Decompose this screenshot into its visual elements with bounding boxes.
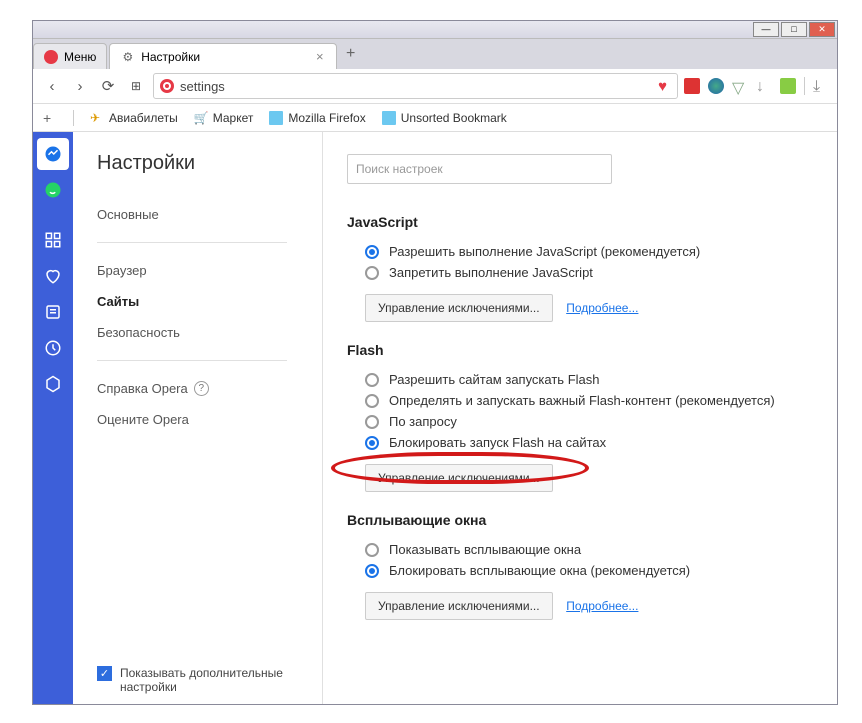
menu-label: Меню <box>64 50 96 64</box>
radio-checked-icon <box>365 436 379 450</box>
nav-basic[interactable]: Основные <box>97 199 322 230</box>
window-title-bar: — □ ✕ <box>33 21 837 39</box>
section-popups-title: Всплывающие окна <box>347 512 825 528</box>
rail-whatsapp[interactable] <box>37 174 69 206</box>
nav-browser[interactable]: Браузер <box>97 255 322 286</box>
ext-icon-3[interactable]: ▽ <box>732 78 748 94</box>
ext-icon-2[interactable] <box>708 78 724 94</box>
nav-rate[interactable]: Оцените Opera <box>97 404 322 435</box>
cart-icon: 🛒 <box>194 111 208 125</box>
checkbox-checked-icon: ✓ <box>97 666 112 681</box>
popup-more-link[interactable]: Подробнее... <box>566 599 638 613</box>
folder-icon <box>382 111 396 125</box>
bookmark-aviatickets[interactable]: ✈ Авиабилеты <box>90 111 178 125</box>
rail-speed-dial-icon[interactable] <box>37 224 69 256</box>
radio-icon <box>365 415 379 429</box>
radio-js-allow[interactable]: Разрешить выполнение JavaScript (рекомен… <box>365 244 825 259</box>
popup-manage-exceptions-button[interactable]: Управление исключениями... <box>365 592 553 620</box>
maximize-button[interactable]: □ <box>781 22 807 37</box>
settings-content: Поиск настроек JavaScript Разрешить выпо… <box>323 132 837 704</box>
ext-icon-5[interactable] <box>780 78 796 94</box>
flash-manage-exceptions-button[interactable]: Управление исключениями... <box>365 464 553 492</box>
folder-icon <box>269 111 283 125</box>
tab-settings[interactable]: ⚙ Настройки × <box>109 43 336 69</box>
left-rail <box>33 132 73 704</box>
settings-search-input[interactable]: Поиск настроек <box>347 154 612 184</box>
show-advanced-checkbox[interactable]: ✓ Показывать дополнительные настройки <box>97 666 322 694</box>
forward-button[interactable]: › <box>69 75 91 97</box>
radio-checked-icon <box>365 564 379 578</box>
bookmark-unsorted[interactable]: Unsorted Bookmark <box>382 111 507 125</box>
nav-help[interactable]: Справка Opera ? <box>97 373 322 404</box>
radio-flash-detect[interactable]: Определять и запускать важный Flash-конт… <box>365 393 825 408</box>
opera-logo-icon <box>44 50 58 64</box>
bookmark-market[interactable]: 🛒 Маркет <box>194 111 254 125</box>
radio-js-block[interactable]: Запретить выполнение JavaScript <box>365 265 825 280</box>
rail-news-icon[interactable] <box>37 296 69 328</box>
ext-icon-4[interactable]: ↓ <box>756 78 772 94</box>
speed-dial-icon[interactable]: ⊞ <box>125 75 147 97</box>
tab-strip: Меню ⚙ Настройки × + <box>33 39 837 69</box>
rail-extensions-icon[interactable] <box>37 368 69 400</box>
gear-icon: ⚙ <box>122 50 133 64</box>
bookmark-firefox[interactable]: Mozilla Firefox <box>269 111 365 125</box>
download-icon[interactable]: ⤓ <box>813 78 829 94</box>
rail-history-icon[interactable] <box>37 332 69 364</box>
radio-icon <box>365 543 379 557</box>
add-bookmark-icon[interactable]: + <box>43 110 57 126</box>
js-manage-exceptions-button[interactable]: Управление исключениями... <box>365 294 553 322</box>
address-bar[interactable]: ♥ <box>153 73 678 99</box>
rail-messenger[interactable] <box>37 138 69 170</box>
radio-flash-block[interactable]: Блокировать запуск Flash на сайтах <box>365 435 825 450</box>
new-tab-button[interactable]: + <box>337 39 365 69</box>
back-button[interactable]: ‹ <box>41 75 63 97</box>
section-flash-title: Flash <box>347 342 825 358</box>
opera-menu-tab[interactable]: Меню <box>33 43 107 69</box>
bookmarks-bar: + ✈ Авиабилеты 🛒 Маркет Mozilla Firefox … <box>33 104 837 132</box>
section-javascript-title: JavaScript <box>347 214 825 230</box>
radio-popup-block[interactable]: Блокировать всплывающие окна (рекомендуе… <box>365 563 825 578</box>
radio-flash-allow[interactable]: Разрешить сайтам запускать Flash <box>365 372 825 387</box>
plane-icon: ✈ <box>90 111 104 125</box>
address-input[interactable] <box>180 79 652 94</box>
heart-icon[interactable]: ♥ <box>658 78 667 95</box>
radio-flash-ondemand[interactable]: По запросу <box>365 414 825 429</box>
minimize-button[interactable]: — <box>753 22 779 37</box>
sidebar-title: Настройки <box>97 152 322 175</box>
tab-title: Настройки <box>141 50 200 64</box>
ext-icon-1[interactable] <box>684 78 700 94</box>
close-button[interactable]: ✕ <box>809 22 835 37</box>
nav-security[interactable]: Безопасность <box>97 317 322 348</box>
reload-button[interactable]: ⟳ <box>97 75 119 97</box>
radio-checked-icon <box>365 245 379 259</box>
opera-site-icon <box>160 79 174 93</box>
rail-heart-icon[interactable] <box>37 260 69 292</box>
toolbar: ‹ › ⟳ ⊞ ♥ ▽ ↓ ⤓ <box>33 69 837 104</box>
nav-sites[interactable]: Сайты <box>97 286 322 317</box>
tab-close-icon[interactable]: × <box>316 49 324 64</box>
help-icon: ? <box>194 381 209 396</box>
radio-icon <box>365 266 379 280</box>
js-more-link[interactable]: Подробнее... <box>566 301 638 315</box>
settings-sidebar: Настройки Основные Браузер Сайты Безопас… <box>73 132 323 704</box>
radio-icon <box>365 394 379 408</box>
radio-icon <box>365 373 379 387</box>
radio-popup-show[interactable]: Показывать всплывающие окна <box>365 542 825 557</box>
